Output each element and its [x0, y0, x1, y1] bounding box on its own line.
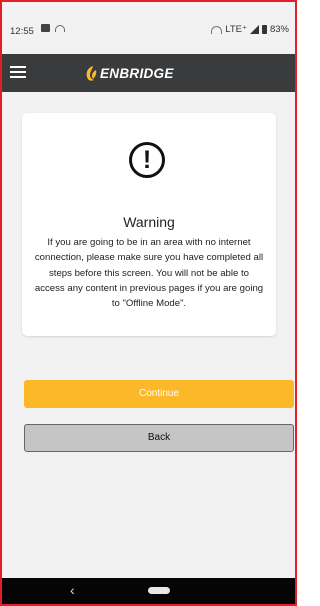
- notification-icons: [41, 24, 65, 32]
- hotspot-notification-icon: [55, 24, 65, 32]
- phone-frame: 12:55 LTE⁺ 83% ENBRIDGE ! Warning If you…: [0, 0, 297, 606]
- system-nav-bar: ‹: [2, 578, 295, 604]
- back-button[interactable]: Back: [24, 424, 294, 452]
- network-type: LTE⁺: [225, 24, 247, 35]
- logo-text: ENBRIDGE: [100, 65, 174, 81]
- image-notification-icon: [41, 24, 50, 32]
- status-time: 12:55: [10, 26, 34, 37]
- battery-icon: [261, 25, 267, 34]
- nav-back-icon[interactable]: ‹: [70, 582, 75, 598]
- battery-percent: 83%: [269, 24, 289, 35]
- enbridge-logo: ENBRIDGE: [84, 62, 174, 84]
- status-bar: 12:55 LTE⁺ 83%: [2, 2, 295, 54]
- wifi-icon: [211, 25, 223, 34]
- enbridge-flame-icon: [86, 65, 97, 81]
- warning-message: If you are going to be in an area with n…: [34, 237, 264, 310]
- nav-home-pill-icon[interactable]: [148, 587, 170, 594]
- app-bar: ENBRIDGE: [2, 54, 295, 92]
- hamburger-menu-icon[interactable]: [10, 66, 26, 78]
- exclamation-circle-icon: !: [129, 142, 165, 178]
- warning-card: ! Warning If you are going to be in an a…: [22, 113, 276, 336]
- warning-title: Warning: [123, 214, 175, 230]
- status-right: LTE⁺ 83%: [211, 24, 289, 35]
- continue-button[interactable]: Continue: [24, 380, 294, 408]
- signal-icon: [249, 25, 259, 34]
